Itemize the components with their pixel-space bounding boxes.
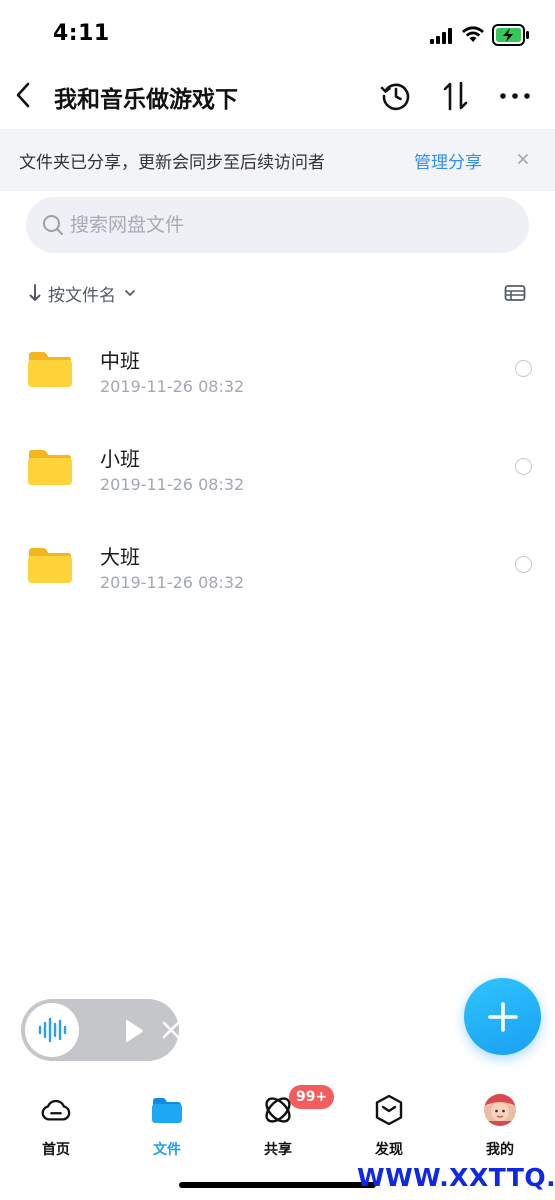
file-row[interactable]: 中班 2019-11-26 08:32	[0, 320, 555, 418]
folder-icon	[151, 1094, 183, 1126]
cloud-icon	[40, 1094, 72, 1126]
nav-bar: 我和音乐做游戏下	[0, 70, 555, 128]
avatar	[484, 1094, 516, 1126]
history-icon	[380, 83, 410, 111]
file-name: 中班	[100, 349, 140, 373]
notification-badge: 99+	[289, 1085, 335, 1109]
folder-icon	[28, 548, 72, 583]
home-indicator	[179, 1182, 376, 1188]
plus-icon	[487, 1001, 518, 1032]
watermark-text: WWW.XXTTQ.COM	[357, 1163, 555, 1192]
file-name: 小班	[100, 447, 140, 471]
arrow-down-icon	[29, 284, 41, 301]
more-icon	[500, 93, 530, 99]
chevron-down-icon	[125, 290, 135, 296]
sort-label: 按文件名	[48, 285, 116, 306]
wifi-icon	[462, 26, 484, 42]
search-icon	[43, 215, 63, 235]
file-date: 2019-11-26 08:32	[100, 573, 245, 592]
audio-wave-button[interactable]	[25, 1003, 79, 1057]
battery-charging-icon	[492, 24, 529, 46]
file-row[interactable]: 大班 2019-11-26 08:32	[0, 516, 555, 614]
tab-label: 文件	[153, 1142, 181, 1158]
view-mode-icon[interactable]	[504, 284, 526, 302]
file-date: 2019-11-26 08:32	[100, 475, 245, 494]
search-input[interactable]	[70, 197, 510, 253]
file-date: 2019-11-26 08:32	[100, 377, 245, 396]
status-bar: 4:11	[0, 0, 555, 70]
more-button[interactable]	[497, 78, 533, 114]
select-checkbox[interactable]	[515, 360, 532, 377]
status-time: 4:11	[53, 21, 110, 46]
tab-me[interactable]: 我的	[455, 1090, 545, 1160]
share-banner: 文件夹已分享，更新会同步至后续访问者 管理分享	[0, 129, 555, 191]
screen: 4:11 我和音乐做游戏下 文件夹已分享，更新会同步至后续访问者 管理分享 搜索…	[0, 0, 555, 1200]
tab-home[interactable]: 首页	[11, 1090, 101, 1160]
tab-label: 我的	[486, 1142, 514, 1158]
select-checkbox[interactable]	[515, 556, 532, 573]
close-icon[interactable]	[161, 1020, 181, 1040]
sort-selector[interactable]: 按文件名	[28, 278, 136, 308]
tab-label: 首页	[42, 1142, 70, 1158]
audio-wave-icon	[38, 1017, 67, 1043]
discover-icon	[373, 1094, 405, 1126]
folder-icon	[28, 352, 72, 387]
page-title: 我和音乐做游戏下	[54, 87, 238, 113]
tab-bar: 首页 文件 共享 发现 我的	[0, 1080, 555, 1170]
tab-files[interactable]: 文件	[122, 1090, 212, 1160]
tab-label: 发现	[375, 1142, 403, 1158]
file-name: 大班	[100, 545, 140, 569]
manage-share-link[interactable]: 管理分享	[414, 148, 482, 173]
add-button[interactable]	[464, 978, 541, 1055]
sort-button[interactable]	[438, 78, 474, 114]
file-row[interactable]: 小班 2019-11-26 08:32	[0, 418, 555, 516]
back-button[interactable]	[12, 79, 36, 111]
audio-mini-player[interactable]	[21, 999, 181, 1061]
folder-icon	[28, 450, 72, 485]
play-icon[interactable]	[120, 1018, 146, 1044]
share-banner-text: 文件夹已分享，更新会同步至后续访问者	[19, 153, 325, 173]
select-checkbox[interactable]	[515, 458, 532, 475]
search-bar[interactable]	[26, 197, 529, 253]
close-icon[interactable]	[514, 150, 532, 168]
sort-arrows-icon	[443, 81, 468, 111]
file-list: 中班 2019-11-26 08:32 小班 2019-11-26 08:32 …	[0, 320, 555, 614]
tab-discover[interactable]: 发现	[344, 1090, 434, 1160]
signal-icon	[430, 28, 452, 44]
tab-label: 共享	[264, 1142, 292, 1158]
history-button[interactable]	[378, 78, 414, 114]
